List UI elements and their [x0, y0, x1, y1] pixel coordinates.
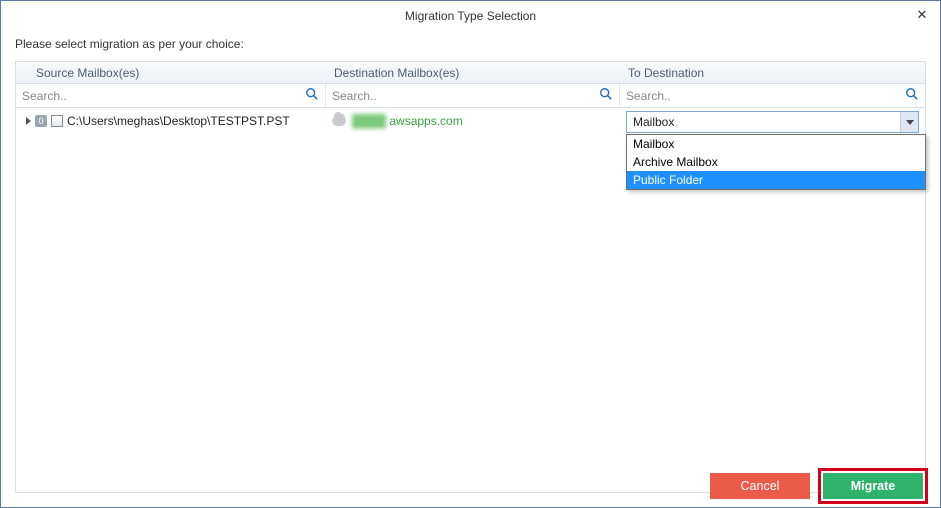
close-icon[interactable]: ✕ [912, 5, 932, 25]
footer: Cancel Migrate [1, 465, 940, 507]
cancel-button[interactable]: Cancel [710, 473, 810, 499]
count-badge: 0 [35, 115, 47, 127]
search-dest-cell [326, 84, 620, 107]
header-destination: Destination Mailbox(es) [326, 66, 620, 80]
main-panel: Source Mailbox(es) Destination Mailbox(e… [15, 61, 926, 493]
to-destination-select[interactable]: Mailbox [626, 111, 919, 133]
option-public-folder[interactable]: Public Folder [627, 171, 925, 189]
search-to-input[interactable] [620, 85, 925, 107]
chevron-down-icon[interactable] [900, 112, 918, 132]
column-headers: Source Mailbox(es) Destination Mailbox(e… [16, 62, 925, 84]
migrate-highlight: Migrate [818, 468, 928, 504]
search-to-cell [620, 84, 925, 107]
to-destination-dropdown[interactable]: Mailbox Archive Mailbox Public Folder [626, 134, 926, 190]
header-source: Source Mailbox(es) [16, 66, 326, 80]
cloud-icon [332, 116, 346, 126]
to-destination-cell: Mailbox [620, 109, 925, 133]
search-row [16, 84, 925, 108]
window-title: Migration Type Selection [405, 9, 536, 23]
search-source-cell [16, 84, 326, 107]
instruction-text: Please select migration as per your choi… [1, 31, 940, 61]
dest-user-blurred: ████ [352, 114, 386, 128]
option-mailbox[interactable]: Mailbox [627, 135, 925, 153]
destination-item[interactable]: ████ awsapps.com [326, 114, 620, 128]
select-value: Mailbox [633, 115, 674, 129]
migrate-button[interactable]: Migrate [823, 473, 923, 499]
pst-file-icon [51, 115, 63, 127]
dest-domain: awsapps.com [386, 114, 463, 128]
data-row: 0 C:\Users\meghas\Desktop\TESTPST.PST ██… [16, 108, 925, 134]
search-dest-input[interactable] [326, 85, 619, 107]
option-archive-mailbox[interactable]: Archive Mailbox [627, 153, 925, 171]
header-to: To Destination [620, 66, 925, 80]
search-source-input[interactable] [16, 85, 325, 107]
source-path: C:\Users\meghas\Desktop\TESTPST.PST [67, 114, 290, 128]
source-item[interactable]: 0 C:\Users\meghas\Desktop\TESTPST.PST [16, 114, 326, 128]
expand-icon[interactable] [26, 117, 31, 125]
title-bar: Migration Type Selection ✕ [1, 1, 940, 31]
body-area: 0 C:\Users\meghas\Desktop\TESTPST.PST ██… [16, 108, 925, 492]
